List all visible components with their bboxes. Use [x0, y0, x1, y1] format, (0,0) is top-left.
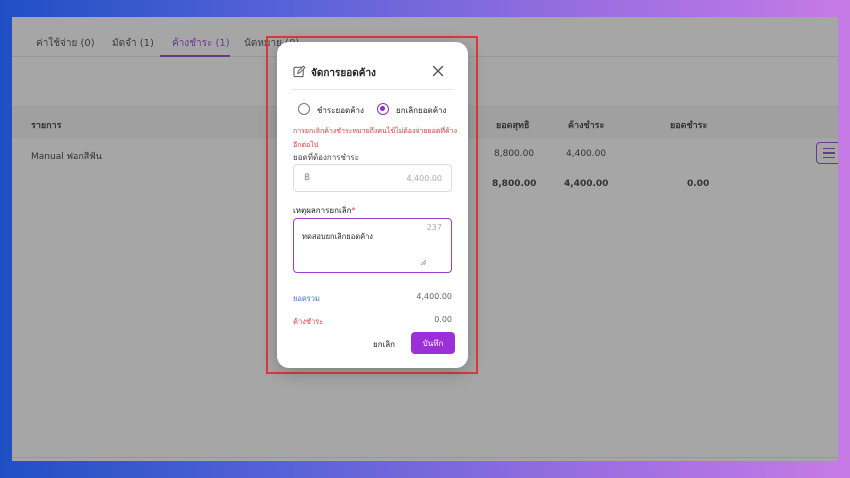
radio-cancel-label[interactable]: ยกเลิกยอดค้าง	[396, 104, 446, 117]
reason-label-text: เหตุผลการยกเลิก	[293, 206, 352, 215]
reason-label: เหตุผลการยกเลิก*	[293, 204, 355, 217]
total-label: ยอดรวม	[293, 294, 320, 303]
radio-pay-label[interactable]: ชำระยอดค้าง	[317, 104, 364, 117]
amount-field[interactable]: ฿ 4,400.00	[293, 164, 452, 192]
baht-icon: ฿	[304, 172, 311, 183]
amount-value: 4,400.00	[406, 174, 442, 183]
cancel-button[interactable]: ยกเลิก	[373, 338, 395, 351]
reason-textarea[interactable]: ทดสอบยกเลิกยอดค้าง 237	[293, 218, 452, 273]
reason-value[interactable]: ทดสอบยกเลิกยอดค้าง	[302, 231, 412, 243]
char-counter: 237	[426, 223, 442, 232]
dialog-title: จัดการยอดค้าง	[311, 68, 376, 79]
divider	[291, 89, 454, 90]
radio-cancel-outstanding[interactable]	[377, 103, 389, 115]
radio-pay-outstanding[interactable]	[298, 103, 310, 115]
required-mark: *	[351, 206, 356, 215]
outstanding-label: ค้างชำระ	[293, 317, 324, 326]
edit-icon	[293, 65, 306, 78]
total-value: 4,400.00	[416, 292, 452, 301]
save-button[interactable]: บันทึก	[411, 332, 455, 354]
resize-handle-icon[interactable]	[420, 259, 426, 265]
amount-label: ยอดที่ต้องการชำระ	[293, 153, 360, 162]
outstanding-value: 0.00	[434, 315, 452, 324]
cancel-warning-text: การยกเลิกค้างชำระหมายถึงคนไข้ไม่ต้องจ่าย…	[293, 127, 458, 149]
manage-outstanding-dialog: จัดการยอดค้าง ชำระยอดค้าง ยกเลิกยอดค้าง …	[277, 42, 468, 368]
close-icon[interactable]	[431, 64, 445, 78]
